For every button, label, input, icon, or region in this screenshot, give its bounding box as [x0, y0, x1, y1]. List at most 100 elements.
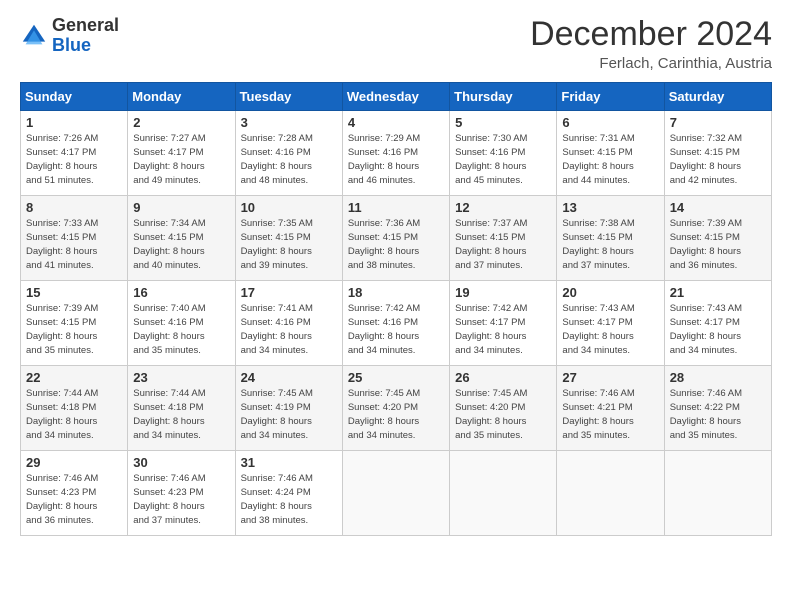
- table-row: 28 Sunrise: 7:46 AMSunset: 4:22 PMDayligh…: [664, 366, 771, 451]
- table-row: [664, 451, 771, 536]
- day-number: 27: [562, 370, 658, 385]
- calendar-week-row: 22 Sunrise: 7:44 AMSunset: 4:18 PMDayligh…: [21, 366, 772, 451]
- day-info: Sunrise: 7:42 AMSunset: 4:16 PMDaylight:…: [348, 302, 444, 357]
- day-number: 12: [455, 200, 551, 215]
- day-info: Sunrise: 7:46 AMSunset: 4:21 PMDaylight:…: [562, 387, 658, 442]
- day-info: Sunrise: 7:45 AMSunset: 4:20 PMDaylight:…: [348, 387, 444, 442]
- day-info: Sunrise: 7:46 AMSunset: 4:23 PMDaylight:…: [26, 472, 122, 527]
- day-info: Sunrise: 7:43 AMSunset: 4:17 PMDaylight:…: [562, 302, 658, 357]
- day-info: Sunrise: 7:40 AMSunset: 4:16 PMDaylight:…: [133, 302, 229, 357]
- day-number: 17: [241, 285, 337, 300]
- table-row: 3Sunrise: 7:28 AMSunset: 4:16 PMDaylight…: [235, 111, 342, 196]
- table-row: 12 Sunrise: 7:37 AMSunset: 4:15 PMDayligh…: [450, 196, 557, 281]
- table-row: 19 Sunrise: 7:42 AMSunset: 4:17 PMDayligh…: [450, 281, 557, 366]
- logo-text: General Blue: [52, 16, 119, 56]
- table-row: 30Sunrise: 7:46 AMSunset: 4:23 PMDayligh…: [128, 451, 235, 536]
- table-row: 24Sunrise: 7:45 AMSunset: 4:19 PMDayligh…: [235, 366, 342, 451]
- calendar-header-row: Sunday Monday Tuesday Wednesday Thursday…: [21, 83, 772, 111]
- col-thursday: Thursday: [450, 83, 557, 111]
- table-row: 26 Sunrise: 7:45 AMSunset: 4:20 PMDayligh…: [450, 366, 557, 451]
- col-monday: Monday: [128, 83, 235, 111]
- title-block: December 2024 Ferlach, Carinthia, Austri…: [530, 16, 772, 72]
- table-row: [557, 451, 664, 536]
- day-info: Sunrise: 7:30 AMSunset: 4:16 PMDaylight:…: [455, 132, 551, 187]
- logo-general: General: [52, 15, 119, 35]
- day-info: Sunrise: 7:42 AMSunset: 4:17 PMDaylight:…: [455, 302, 551, 357]
- table-row: [450, 451, 557, 536]
- table-row: 4 Sunrise: 7:29 AMSunset: 4:16 PMDaylight…: [342, 111, 449, 196]
- day-number: 21: [670, 285, 766, 300]
- day-info: Sunrise: 7:46 AMSunset: 4:22 PMDaylight:…: [670, 387, 766, 442]
- table-row: 15Sunrise: 7:39 AMSunset: 4:15 PMDayligh…: [21, 281, 128, 366]
- day-number: 23: [133, 370, 229, 385]
- day-number: 30: [133, 455, 229, 470]
- day-info: Sunrise: 7:31 AMSunset: 4:15 PMDaylight:…: [562, 132, 658, 187]
- day-number: 6: [562, 115, 658, 130]
- col-saturday: Saturday: [664, 83, 771, 111]
- logo-blue: Blue: [52, 35, 91, 55]
- table-row: 27 Sunrise: 7:46 AMSunset: 4:21 PMDayligh…: [557, 366, 664, 451]
- day-number: 25: [348, 370, 444, 385]
- day-number: 19: [455, 285, 551, 300]
- day-info: Sunrise: 7:28 AMSunset: 4:16 PMDaylight:…: [241, 132, 337, 187]
- subtitle: Ferlach, Carinthia, Austria: [530, 55, 772, 72]
- day-number: 13: [562, 200, 658, 215]
- logo: General Blue: [20, 16, 119, 56]
- table-row: 20 Sunrise: 7:43 AMSunset: 4:17 PMDayligh…: [557, 281, 664, 366]
- table-row: 31 Sunrise: 7:46 AMSunset: 4:24 PMDayligh…: [235, 451, 342, 536]
- day-number: 14: [670, 200, 766, 215]
- col-wednesday: Wednesday: [342, 83, 449, 111]
- table-row: 29 Sunrise: 7:46 AMSunset: 4:23 PMDayligh…: [21, 451, 128, 536]
- day-number: 16: [133, 285, 229, 300]
- day-number: 26: [455, 370, 551, 385]
- table-row: 21Sunrise: 7:43 AMSunset: 4:17 PMDayligh…: [664, 281, 771, 366]
- day-number: 9: [133, 200, 229, 215]
- table-row: 10Sunrise: 7:35 AMSunset: 4:15 PMDayligh…: [235, 196, 342, 281]
- table-row: 9 Sunrise: 7:34 AMSunset: 4:15 PMDaylight…: [128, 196, 235, 281]
- day-info: Sunrise: 7:44 AMSunset: 4:18 PMDaylight:…: [133, 387, 229, 442]
- day-info: Sunrise: 7:34 AMSunset: 4:15 PMDaylight:…: [133, 217, 229, 272]
- header: General Blue December 2024 Ferlach, Cari…: [20, 16, 772, 72]
- table-row: 18Sunrise: 7:42 AMSunset: 4:16 PMDayligh…: [342, 281, 449, 366]
- table-row: 7Sunrise: 7:32 AMSunset: 4:15 PMDaylight…: [664, 111, 771, 196]
- calendar-week-row: 15Sunrise: 7:39 AMSunset: 4:15 PMDayligh…: [21, 281, 772, 366]
- day-number: 10: [241, 200, 337, 215]
- day-number: 22: [26, 370, 122, 385]
- day-number: 20: [562, 285, 658, 300]
- table-row: 22Sunrise: 7:44 AMSunset: 4:18 PMDayligh…: [21, 366, 128, 451]
- day-number: 4: [348, 115, 444, 130]
- day-info: Sunrise: 7:39 AMSunset: 4:15 PMDaylight:…: [670, 217, 766, 272]
- table-row: 6 Sunrise: 7:31 AMSunset: 4:15 PMDaylight…: [557, 111, 664, 196]
- table-row: 13 Sunrise: 7:38 AMSunset: 4:15 PMDayligh…: [557, 196, 664, 281]
- day-info: Sunrise: 7:46 AMSunset: 4:24 PMDaylight:…: [241, 472, 337, 527]
- day-info: Sunrise: 7:38 AMSunset: 4:15 PMDaylight:…: [562, 217, 658, 272]
- day-info: Sunrise: 7:32 AMSunset: 4:15 PMDaylight:…: [670, 132, 766, 187]
- day-number: 1: [26, 115, 122, 130]
- day-info: Sunrise: 7:33 AMSunset: 4:15 PMDaylight:…: [26, 217, 122, 272]
- day-info: Sunrise: 7:41 AMSunset: 4:16 PMDaylight:…: [241, 302, 337, 357]
- day-number: 28: [670, 370, 766, 385]
- col-sunday: Sunday: [21, 83, 128, 111]
- day-number: 5: [455, 115, 551, 130]
- day-number: 11: [348, 200, 444, 215]
- day-number: 2: [133, 115, 229, 130]
- page: General Blue December 2024 Ferlach, Cari…: [0, 0, 792, 552]
- day-number: 31: [241, 455, 337, 470]
- day-info: Sunrise: 7:29 AMSunset: 4:16 PMDaylight:…: [348, 132, 444, 187]
- day-info: Sunrise: 7:45 AMSunset: 4:20 PMDaylight:…: [455, 387, 551, 442]
- day-info: Sunrise: 7:39 AMSunset: 4:15 PMDaylight:…: [26, 302, 122, 357]
- day-number: 29: [26, 455, 122, 470]
- table-row: 17 Sunrise: 7:41 AMSunset: 4:16 PMDayligh…: [235, 281, 342, 366]
- table-row: 11 Sunrise: 7:36 AMSunset: 4:15 PMDayligh…: [342, 196, 449, 281]
- month-title: December 2024: [530, 16, 772, 53]
- table-row: 2Sunrise: 7:27 AMSunset: 4:17 PMDaylight…: [128, 111, 235, 196]
- day-info: Sunrise: 7:36 AMSunset: 4:15 PMDaylight:…: [348, 217, 444, 272]
- col-tuesday: Tuesday: [235, 83, 342, 111]
- calendar-week-row: 29 Sunrise: 7:46 AMSunset: 4:23 PMDayligh…: [21, 451, 772, 536]
- table-row: 1Sunrise: 7:26 AMSunset: 4:17 PMDaylight…: [21, 111, 128, 196]
- table-row: 5 Sunrise: 7:30 AMSunset: 4:16 PMDaylight…: [450, 111, 557, 196]
- day-info: Sunrise: 7:37 AMSunset: 4:15 PMDaylight:…: [455, 217, 551, 272]
- table-row: 16 Sunrise: 7:40 AMSunset: 4:16 PMDayligh…: [128, 281, 235, 366]
- col-friday: Friday: [557, 83, 664, 111]
- calendar-week-row: 1Sunrise: 7:26 AMSunset: 4:17 PMDaylight…: [21, 111, 772, 196]
